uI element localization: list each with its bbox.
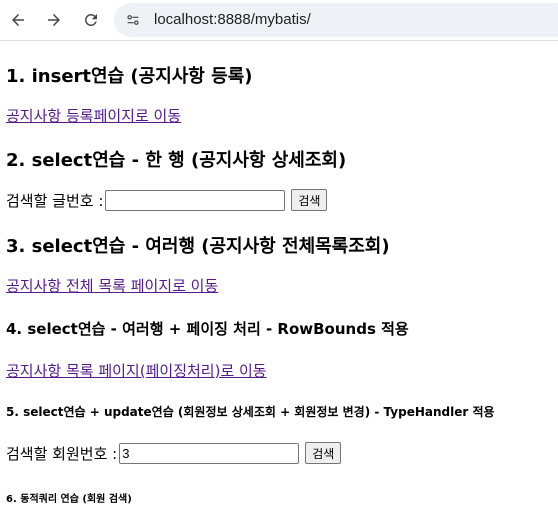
member-number-label: 검색할 회원번호 : (6, 444, 118, 463)
section-6-heading: 6. 동적쿼리 연습 (회원 검색) (6, 494, 132, 505)
forward-button[interactable] (40, 6, 68, 34)
section-5-heading: 5. select연습 + update연습 (회원정보 상세조회 + 회원정보… (6, 405, 495, 419)
reload-icon (84, 13, 97, 26)
notice-paging-list-link[interactable]: 공지사항 목록 페이지(페이징처리)로 이동 (6, 360, 267, 381)
site-info-icon[interactable] (122, 9, 144, 31)
url-text[interactable]: localhost:8888/mybatis/ (154, 11, 311, 28)
section-3-heading: 3. select연습 - 여러행 (공지사항 전체목록조회) (6, 236, 390, 257)
member-number-input[interactable] (119, 442, 300, 464)
reload-button[interactable] (77, 6, 105, 34)
browser-toolbar: localhost:8888/mybatis/ (0, 0, 558, 41)
section-2-heading: 2. select연습 - 한 행 (공지사항 상세조회) (6, 150, 347, 171)
back-button[interactable] (4, 6, 32, 34)
notice-list-link[interactable]: 공지사항 전체 목록 페이지로 이동 (6, 275, 218, 296)
address-bar[interactable]: localhost:8888/mybatis/ (114, 3, 558, 37)
arrow-left-icon (12, 14, 24, 26)
section-4-heading: 4. select연습 - 여러행 + 페이징 처리 - RowBounds 적… (6, 320, 409, 338)
section-1-heading: 1. insert연습 (공지사항 등록) (6, 66, 253, 87)
notice-number-input[interactable] (105, 189, 286, 211)
notice-number-label: 검색할 글번호 : (6, 191, 104, 210)
arrow-right-icon (48, 14, 60, 26)
notice-register-link[interactable]: 공지사항 등록페이지로 이동 (6, 105, 181, 126)
notice-search-row: 검색할 글번호 : 검색 (6, 189, 328, 211)
member-search-row: 검색할 회원번호 : 검색 (6, 442, 342, 464)
notice-search-button[interactable]: 검색 (291, 189, 328, 211)
member-search-button[interactable]: 검색 (305, 442, 342, 464)
